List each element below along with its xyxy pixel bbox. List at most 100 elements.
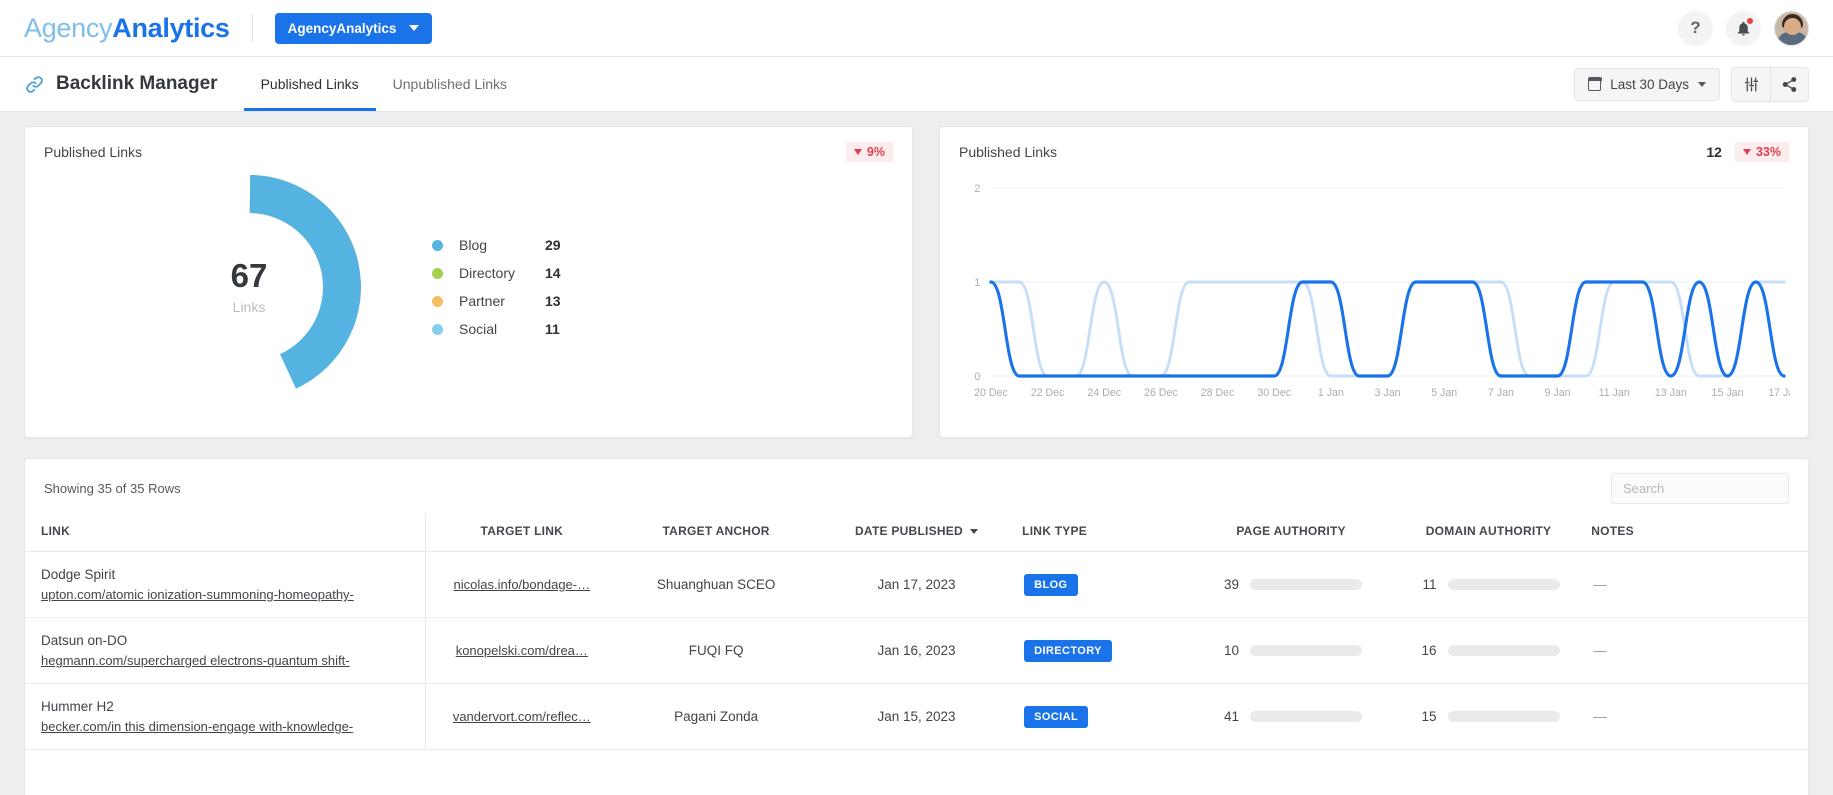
link-type-badge[interactable]: SOCIAL xyxy=(1024,705,1089,728)
donut-chart: 67 Links xyxy=(133,171,365,403)
filter-button[interactable] xyxy=(1732,67,1770,101)
column-header-date-published[interactable]: DATE PUBLISHED xyxy=(814,514,1019,552)
tab-published-links[interactable]: Published Links xyxy=(243,59,376,111)
chevron-down-icon xyxy=(409,25,420,31)
cell-target-anchor: Pagani Zonda xyxy=(617,683,815,750)
x-axis-tick-label: 5 Jan xyxy=(1431,387,1457,399)
cell-domain-authority: 16 xyxy=(1389,617,1588,684)
share-button[interactable] xyxy=(1770,67,1808,101)
column-header-page-authority[interactable]: PAGE AUTHORITY xyxy=(1192,514,1390,552)
legend-item-blog: Blog 29 xyxy=(432,231,561,259)
legend-item-directory: Directory 14 xyxy=(432,259,561,287)
link-title: Hummer H2 xyxy=(41,699,114,714)
account-switcher-button[interactable]: AgencyAnalytics xyxy=(274,12,433,44)
column-header-link-type[interactable]: LINK TYPE xyxy=(1018,514,1193,552)
domain-authority-meter: 15 xyxy=(1394,709,1583,724)
question-mark-icon: ? xyxy=(1690,18,1701,37)
link-url[interactable]: upton.com/atomic ionization-summoning-ho… xyxy=(41,587,421,602)
page-header-bar: Backlink Manager Published Links Unpubli… xyxy=(0,57,1833,112)
cell-date-published: Jan 17, 2023 xyxy=(814,551,1019,618)
page-authority-track xyxy=(1250,645,1363,656)
page-authority-meter: 10 xyxy=(1196,643,1385,658)
table-header-row: LINK TARGET LINK TARGET ANCHOR DATE PUBL… xyxy=(25,514,1808,552)
column-header-target-link[interactable]: TARGET LINK xyxy=(425,514,618,552)
trend-total-value: 12 xyxy=(1706,144,1722,160)
x-axis-tick-label: 1 Jan xyxy=(1318,387,1344,399)
domain-authority-value: 11 xyxy=(1422,577,1437,592)
cell-page-authority: 41 xyxy=(1192,683,1390,750)
legend-item-partner: Partner 13 xyxy=(432,287,561,315)
domain-authority-meter: 11 xyxy=(1394,577,1583,592)
column-header-domain-authority[interactable]: DOMAIN AUTHORITY xyxy=(1389,514,1588,552)
account-switcher-label: AgencyAnalytics xyxy=(287,20,397,36)
table-row[interactable]: Hummer H2 becker.com/in this dimension-en… xyxy=(25,683,1808,750)
donut-change-badge: 9% xyxy=(845,142,893,162)
app-logo[interactable]: AgencyAnalytics xyxy=(24,13,230,44)
sort-descending-icon xyxy=(969,529,978,535)
notes-value: — xyxy=(1593,577,1607,592)
donut-card-header: Published Links 9% xyxy=(25,127,912,162)
column-header-target-anchor[interactable]: TARGET ANCHOR xyxy=(617,514,815,552)
cell-link-type: BLOG xyxy=(1018,551,1193,618)
x-axis-tick-label: 26 Dec xyxy=(1144,387,1178,399)
cell-link: Hummer H2 becker.com/in this dimension-en… xyxy=(25,683,427,750)
donut-card-header-right: 9% xyxy=(845,142,893,162)
target-link-anchor[interactable]: nicolas.info/bondage-… xyxy=(454,577,591,592)
target-link-anchor[interactable]: konopelski.com/drea… xyxy=(456,643,588,658)
donut-card-title: Published Links xyxy=(44,144,143,160)
cell-target-anchor: FUQI FQ xyxy=(617,617,815,684)
legend-value: 14 xyxy=(545,265,561,281)
column-header-link[interactable]: LINK xyxy=(25,514,427,552)
notification-badge-dot xyxy=(1746,16,1754,25)
trend-change-badge: 33% xyxy=(1734,142,1789,162)
link-type-badge[interactable]: DIRECTORY xyxy=(1024,639,1112,662)
domain-authority-meter: 16 xyxy=(1394,643,1583,658)
cell-notes[interactable]: — xyxy=(1587,617,1808,684)
cell-domain-authority: 11 xyxy=(1389,551,1588,618)
x-axis-tick-label: 11 Jan xyxy=(1599,387,1630,399)
column-header-notes[interactable]: NOTES xyxy=(1587,514,1808,552)
table-row[interactable]: Dodge Spirit upton.com/atomic ionization-… xyxy=(25,551,1808,618)
search-input[interactable] xyxy=(1611,473,1789,504)
legend-label: Partner xyxy=(459,293,505,309)
domain-authority-track xyxy=(1447,645,1560,656)
notifications-button[interactable] xyxy=(1726,10,1761,46)
backlinks-table: LINK TARGET LINK TARGET ANCHOR DATE PUBL… xyxy=(25,514,1808,750)
calendar-icon xyxy=(1587,76,1602,91)
notes-value: — xyxy=(1593,709,1607,724)
date-range-button[interactable]: Last 30 Days xyxy=(1574,67,1720,101)
x-axis-tick-label: 22 Dec xyxy=(1031,387,1065,399)
domain-authority-value: 15 xyxy=(1421,709,1437,724)
help-button[interactable]: ? xyxy=(1678,10,1713,46)
link-url[interactable]: hegmann.com/supercharged electrons-quant… xyxy=(41,653,421,668)
cell-notes[interactable]: — xyxy=(1587,551,1808,618)
arrow-down-icon xyxy=(1742,149,1751,155)
line-chart-svg: 0 1 2 20 Dec 22 Dec 24 Dec 26 Dec 28 Dec 30 Dec 1… xyxy=(974,183,1800,399)
x-axis-tick-label: 17 Jan xyxy=(1768,387,1790,399)
legend-color-dot xyxy=(432,295,443,307)
logo-divider xyxy=(251,13,253,43)
tab-unpublished-links[interactable]: Unpublished Links xyxy=(376,59,524,111)
page-header-actions: Last 30 Days xyxy=(1574,57,1809,111)
avatar[interactable] xyxy=(1774,10,1809,46)
link-type-badge[interactable]: BLOG xyxy=(1024,573,1078,596)
domain-authority-track xyxy=(1447,579,1560,590)
cell-target-link: nicolas.info/bondage-… xyxy=(425,551,618,618)
target-link-anchor[interactable]: vandervort.com/reflec… xyxy=(453,709,591,724)
link-title: Dodge Spirit xyxy=(41,567,116,582)
donut-total-value: 67 xyxy=(230,257,268,294)
link-url[interactable]: becker.com/in this dimension-engage with… xyxy=(41,719,421,734)
table-row[interactable]: Datsun on-DO hegmann.com/supercharged ele… xyxy=(25,617,1808,684)
x-axis-tick-label: 30 Dec xyxy=(1257,387,1291,399)
cell-notes[interactable]: — xyxy=(1587,683,1808,750)
y-axis-tick-label: 1 xyxy=(974,277,980,289)
page-title: Backlink Manager xyxy=(56,73,218,94)
y-axis-tick-label: 0 xyxy=(974,371,980,383)
date-range-label: Last 30 Days xyxy=(1610,76,1689,92)
page-authority-value: 39 xyxy=(1224,577,1240,592)
donut-change-value: 9% xyxy=(866,145,885,159)
trend-card-title: Published Links xyxy=(959,144,1058,160)
donut-total-label: Links xyxy=(232,299,266,315)
arrow-down-icon xyxy=(853,149,862,155)
table-body: Dodge Spirit upton.com/atomic ionization-… xyxy=(25,551,1808,750)
